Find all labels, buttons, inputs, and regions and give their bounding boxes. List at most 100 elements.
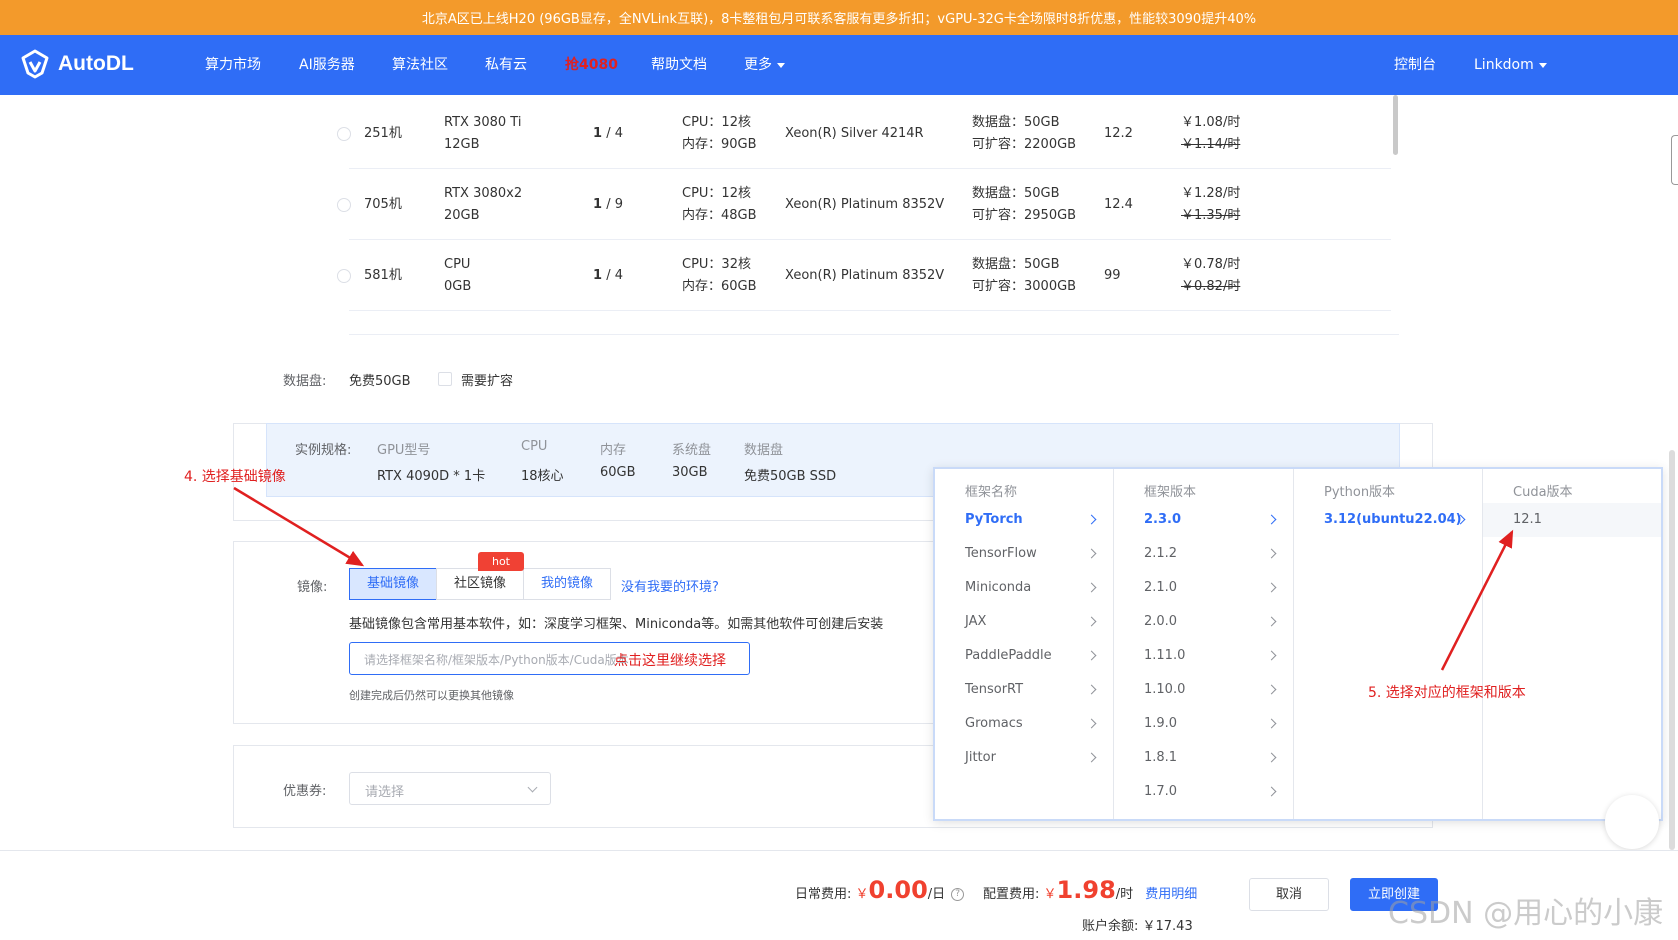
cascader-option[interactable]: 1.8.1 [1114, 741, 1293, 775]
coupon-select[interactable]: 请选择 [349, 772, 551, 805]
cascader-option[interactable]: 2.0.0 [1114, 605, 1293, 639]
cascader-option[interactable]: 3.12(ubuntu22.04) [1294, 503, 1482, 537]
option-label: 2.1.2 [1144, 546, 1178, 561]
nav-algorithm-community[interactable]: 算法社区 [392, 35, 448, 95]
nav-console[interactable]: 控制台 [1394, 35, 1436, 95]
machine-row[interactable]: 581机 CPU 0GB 1 / 4 CPU：32核 内存：60GB Xeon(… [337, 240, 1391, 311]
spec-value-system-disk: 30GB [672, 465, 708, 480]
chevron-right-icon [1266, 582, 1277, 593]
cascader-column-framework: 框架名称 PyTorch TensorFlow Miniconda JAX Pa… [935, 469, 1114, 819]
machine-row[interactable]: 251机 RTX 3080 Ti 12GB 1 / 4 CPU：12核 内存：9… [337, 98, 1391, 169]
promo-banner-text: 北京A区已上线H20 (96GB显存，全NVLink互联)，8卡整租包月可联系客… [421, 12, 1257, 27]
cascader-option[interactable]: 1.9.0 [1114, 707, 1293, 741]
gpu-free-count: 1 [593, 197, 603, 212]
price: ￥1.28/时 [1181, 186, 1241, 201]
cascader-option[interactable]: 2.1.2 [1114, 537, 1293, 571]
cascader-option[interactable]: TensorRT [935, 673, 1113, 707]
nav-compute-market[interactable]: 算力市场 [205, 35, 261, 95]
top-navbar: AutoDL 算力市场 AI服务器 算法社区 私有云 抢4080 帮助文档 更多… [0, 35, 1678, 95]
base-image-description: 基础镜像包含常用基本软件，如：深度学习框架、Miniconda等。如需其他软件可… [349, 617, 884, 632]
gpu-available: 1 / 4 [593, 123, 623, 145]
data-disk: 数据盘：50GB [972, 257, 1060, 272]
machine-name[interactable]: 581机 [364, 265, 402, 287]
cascader-option[interactable]: 12.1 [1483, 503, 1661, 537]
cpu-model: Xeon(R) Silver 4214R [785, 126, 924, 141]
promo-banner[interactable]: 北京A区已上线H20 (96GB显存，全NVLink互联)，8卡整租包月可联系客… [0, 0, 1678, 35]
nav-help-docs[interactable]: 帮助文档 [651, 35, 707, 95]
cpu-cores: CPU：32核 [682, 257, 751, 272]
cancel-button[interactable]: 取消 [1249, 878, 1329, 911]
machine-list-scrollbar[interactable] [1393, 95, 1398, 155]
fee-detail-link[interactable]: 费用明细 [1145, 887, 1197, 902]
memory: 内存：48GB [682, 208, 757, 223]
chevron-right-icon [1086, 582, 1097, 593]
machine-name[interactable]: 251机 [364, 123, 402, 145]
cascader-header: 框架名称 [965, 485, 1018, 500]
chevron-right-icon [1266, 752, 1277, 763]
option-label: 2.3.0 [1144, 512, 1182, 527]
brand-name: AutoDL [58, 52, 134, 75]
coupon-label: 优惠券: [283, 784, 327, 799]
gpu-vram: 0GB [444, 279, 472, 294]
nav-ai-servers[interactable]: AI服务器 [299, 35, 355, 95]
user-menu[interactable]: Linkdom [1474, 35, 1547, 95]
cascader-header: 框架版本 [1144, 485, 1197, 500]
option-label: 1.9.0 [1144, 716, 1178, 731]
hot-badge: hot [478, 552, 524, 571]
csdn-watermark: CSDN @用心的小康 [1388, 896, 1664, 931]
nav-grab-4080[interactable]: 抢4080 [565, 35, 618, 95]
cascader-option[interactable]: 1.11.0 [1114, 639, 1293, 673]
tab-community-image[interactable]: 社区镜像 [436, 568, 524, 600]
machine-radio[interactable] [337, 127, 351, 141]
image-cascader-input[interactable]: 请选择框架名称/框架版本/Python版本/Cuda版本 点击这里继续选择 [349, 642, 750, 675]
daily-cost-label: 日常费用: [795, 887, 852, 902]
floating-action-button[interactable] [1605, 795, 1659, 849]
machine-name[interactable]: 705机 [364, 194, 402, 216]
cascader-option[interactable]: TensorFlow [935, 537, 1113, 571]
divider [349, 334, 1399, 335]
cascader-option[interactable]: 1.7.0 [1114, 775, 1293, 809]
cascader-option[interactable]: 1.10.0 [1114, 673, 1293, 707]
cpu-model: Xeon(R) Platinum 8352V [785, 197, 945, 212]
gpu-free-count: 1 [593, 268, 603, 283]
option-label: 1.10.0 [1144, 682, 1186, 697]
cascader-option[interactable]: PaddlePaddle [935, 639, 1113, 673]
cascader-option[interactable]: Gromacs [935, 707, 1113, 741]
chevron-down-icon [1538, 62, 1547, 68]
option-label: TensorRT [965, 682, 1024, 697]
machine-radio[interactable] [337, 198, 351, 212]
original-price: ￥0.82/时 [1181, 279, 1241, 294]
chevron-right-icon [1086, 718, 1097, 729]
cascader-option[interactable]: 2.3.0 [1114, 503, 1293, 537]
side-drawer-tab[interactable] [1671, 135, 1678, 185]
cascader-column-version: 框架版本 2.3.0 2.1.2 2.1.0 2.0.0 1.11.0 1.10… [1114, 469, 1294, 819]
nav-private-cloud[interactable]: 私有云 [485, 35, 527, 95]
machine-radio[interactable] [337, 269, 351, 283]
cascader-option[interactable]: 2.1.0 [1114, 571, 1293, 605]
chevron-right-icon [1086, 650, 1097, 661]
brand-logo[interactable]: AutoDL [20, 49, 134, 79]
nav-more[interactable]: 更多 [744, 35, 785, 95]
gpu-total-count: / 9 [606, 197, 623, 212]
cascader-option[interactable]: JAX [935, 605, 1113, 639]
cascader-option[interactable]: Miniconda [935, 571, 1113, 605]
missing-env-link[interactable]: 没有我要的环境? [621, 576, 719, 595]
chevron-right-icon [1266, 650, 1277, 661]
expand-disk-label[interactable]: 需要扩容 [461, 370, 513, 389]
page-scrollbar[interactable] [1669, 450, 1675, 850]
gpu-available: 1 / 4 [593, 265, 623, 287]
spec-label: 实例规格: [295, 443, 352, 458]
expand-disk-checkbox[interactable] [438, 372, 452, 386]
cascader-option[interactable]: PyTorch [935, 503, 1113, 537]
input-callout-text: 点击这里继续选择 [614, 653, 726, 669]
chevron-right-icon [1086, 752, 1097, 763]
image-label: 镜像: [297, 580, 328, 595]
tab-my-image[interactable]: 我的镜像 [523, 568, 611, 600]
cascader-option[interactable]: Jittor [935, 741, 1113, 775]
help-icon[interactable]: ? [951, 888, 965, 901]
spec-value-memory: 60GB [600, 465, 636, 480]
machine-row[interactable]: 705机 RTX 3080x2 20GB 1 / 9 CPU：12核 内存：48… [337, 169, 1391, 240]
autodl-logo-icon [21, 49, 49, 79]
tab-base-image[interactable]: 基础镜像 [349, 568, 437, 600]
option-label: 1.8.1 [1144, 750, 1178, 765]
